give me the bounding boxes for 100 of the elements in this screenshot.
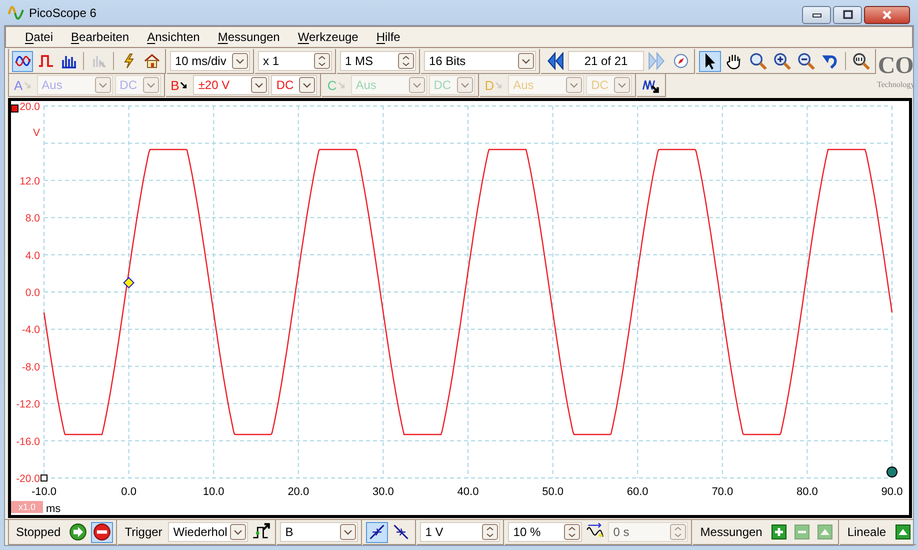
maximize-button[interactable]: [833, 6, 862, 24]
threshold-spinbox[interactable]: 1 V: [420, 522, 500, 542]
menu-item[interactable]: Messungen: [208, 30, 289, 44]
caret-icon: [94, 77, 111, 93]
axis-label: 90.0: [881, 486, 903, 498]
timebase-dropdown[interactable]: 10 ms/div: [170, 51, 250, 71]
caret-icon: [142, 77, 159, 93]
spin-arrows-icon: [398, 53, 414, 69]
trigger-label: Trigger: [124, 525, 164, 539]
stop-button[interactable]: [90, 522, 113, 542]
probe-arrow-icon: [494, 80, 504, 90]
house-icon: [144, 53, 160, 69]
minus-icon: [794, 524, 810, 540]
window-title: PicoScope 6: [29, 6, 96, 20]
spin-arrows-icon: [482, 524, 498, 540]
menu-item[interactable]: Werkzeuge: [288, 30, 368, 44]
axis-marker-icon: [11, 104, 18, 112]
pointer-tool-button[interactable]: [699, 50, 721, 72]
double-left-arrow-icon: [546, 52, 564, 70]
bar-graph-icon: [60, 53, 76, 69]
rising-edge-icon: [368, 523, 386, 541]
menu-item[interactable]: Datei: [16, 30, 62, 44]
buffer-field[interactable]: 21 of 21: [568, 51, 644, 71]
bar-graph-icon: [90, 53, 106, 69]
axis-label: -20.0: [16, 473, 40, 485]
minimize-button[interactable]: [802, 6, 831, 24]
hand-icon: [725, 52, 743, 70]
menu-item[interactable]: Hilfe: [367, 30, 410, 44]
magnifier-icon: [852, 52, 870, 70]
caret-icon: [614, 77, 630, 93]
caret-icon: [456, 77, 473, 93]
scope-view-button[interactable]: [12, 50, 33, 72]
caret-icon: [566, 77, 582, 93]
trigger-source-dropdown[interactable]: B: [280, 522, 358, 542]
menu-item[interactable]: Bearbeiten: [62, 30, 138, 44]
axis-label: -16.0: [16, 436, 40, 448]
range-dropdown[interactable]: ±20 V: [193, 75, 270, 95]
caret-icon: [230, 524, 246, 540]
resolution-dropdown[interactable]: 16 Bits: [424, 51, 536, 71]
probe-arrow-icon: [22, 80, 33, 90]
spin-arrows-icon: [670, 524, 686, 540]
caret-icon: [299, 77, 316, 93]
stop-icon: [92, 523, 111, 541]
trigger-mode-dropdown[interactable]: Wiederhol: [168, 522, 248, 542]
ruler-handle-icon: [886, 466, 898, 478]
close-icon: [880, 8, 894, 22]
waveform-icon: [14, 53, 30, 69]
app-wave-icon: [8, 4, 24, 20]
coupling-dropdown[interactable]: DC: [271, 75, 318, 95]
unit-label: ms: [46, 503, 61, 515]
channel-button[interactable]: B: [168, 74, 192, 96]
axis-label: 0.0: [121, 486, 136, 498]
caret-icon: [232, 53, 248, 69]
caret-icon: [408, 77, 425, 93]
falling-edge-icon: [392, 523, 410, 541]
zoom-full-tool-button[interactable]: [850, 50, 872, 72]
probe-arrow-icon: [179, 80, 190, 90]
axis-label: -10.0: [31, 486, 57, 498]
compass-icon: [672, 53, 688, 69]
zoom-in-tool-button[interactable]: [771, 50, 793, 72]
spin-arrows-icon: [564, 524, 580, 540]
axis-label: 10.0: [202, 486, 224, 498]
menu-item[interactable]: Ansichten: [138, 30, 209, 44]
axis-label: 50.0: [542, 486, 564, 498]
axis-label: 70.0: [712, 486, 734, 498]
samples-spinbox[interactable]: 1 MS: [340, 51, 416, 71]
rulers-label: Lineale: [846, 525, 888, 539]
caret-icon: [340, 524, 356, 540]
unit-label: V: [32, 127, 40, 140]
rising-edge-button[interactable]: [366, 522, 388, 542]
axis-marker-icon: [40, 474, 48, 482]
axis-label: 20.0: [20, 101, 40, 113]
probe-arrow-icon: [336, 80, 347, 90]
axis-label: 30.0: [372, 486, 394, 498]
maximize-icon: [840, 8, 854, 22]
minimize-icon: [812, 12, 822, 18]
measurements-label: Messungen: [699, 525, 764, 539]
axis-label: 4.0: [25, 250, 40, 262]
magnifier-icon: [749, 52, 767, 70]
axis-label: 80.0: [796, 486, 818, 498]
logo-text: CO: [878, 54, 914, 78]
axis-label: -4.0: [22, 324, 40, 336]
axis-label: 8.0: [25, 212, 40, 225]
zoom-badge: x1.0: [11, 501, 43, 513]
double-right-arrow-icon: [648, 52, 666, 70]
zoom-box-tool-button[interactable]: [747, 50, 769, 72]
caret-icon: [518, 53, 534, 69]
trigger-pulse-icon: [252, 523, 270, 541]
zoom-out-tool-button[interactable]: [795, 50, 817, 72]
plus-icon: [770, 524, 787, 540]
axis-label: 60.0: [626, 486, 648, 498]
zoom-in-icon: [773, 52, 791, 70]
axis-label: 20.0: [288, 486, 310, 498]
pretrigger-spinbox[interactable]: 10 %: [508, 522, 582, 542]
close-button[interactable]: [864, 6, 910, 24]
caret-icon: [251, 77, 268, 93]
axis-label: -12.0: [16, 398, 40, 411]
trigger-marker-icon: [123, 277, 134, 288]
zoom-spinbox[interactable]: x 1: [258, 51, 332, 71]
start-button[interactable]: [66, 522, 89, 542]
